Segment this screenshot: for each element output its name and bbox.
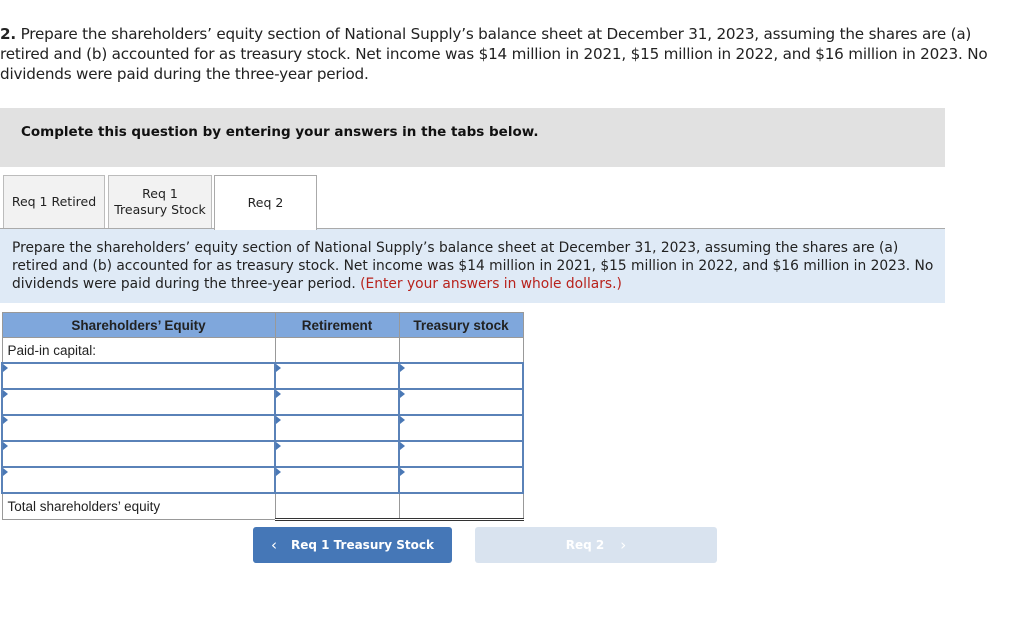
treasury-cell[interactable] <box>398 388 524 416</box>
retirement-input[interactable] <box>276 469 398 491</box>
treasury-input[interactable] <box>400 469 522 491</box>
prev-button-label: Req 1 Treasury Stock <box>290 538 434 552</box>
account-input[interactable] <box>3 391 274 413</box>
treasury-cell[interactable] <box>398 440 524 468</box>
paid-in-capital-label: Paid-in capital: <box>1 337 276 364</box>
retirement-cell[interactable] <box>274 362 400 390</box>
treasury-cell[interactable] <box>398 466 524 494</box>
account-input[interactable] <box>3 417 274 439</box>
tab-req1-treasury-stock[interactable]: Req 1 Treasury Stock <box>108 175 212 228</box>
table-row <box>1 440 524 468</box>
equity-table: Shareholders’ Equity Retirement Treasury… <box>1 312 524 521</box>
treasury-input[interactable] <box>400 417 522 439</box>
account-select-cell[interactable] <box>1 388 276 416</box>
treasury-cell[interactable] <box>398 414 524 442</box>
retirement-cell[interactable] <box>274 388 400 416</box>
empty-cell <box>398 337 524 364</box>
account-input[interactable] <box>3 443 274 465</box>
question-text: 2. Prepare the shareholders’ equity sect… <box>0 24 1024 84</box>
total-label: Total shareholders’ equity <box>1 492 276 520</box>
treasury-input[interactable] <box>400 365 522 387</box>
total-treasury-cell <box>398 492 524 521</box>
account-select-cell[interactable] <box>1 362 276 390</box>
total-row: Total shareholders’ equity <box>1 492 524 521</box>
retirement-cell[interactable] <box>274 466 400 494</box>
question-body: Prepare the shareholders’ equity section… <box>0 25 988 83</box>
total-retirement-cell <box>274 492 400 521</box>
table-row <box>1 388 524 416</box>
prev-button[interactable]: ‹ Req 1 Treasury Stock <box>253 527 452 563</box>
chevron-left-icon: ‹ <box>270 536 277 554</box>
retirement-input[interactable] <box>276 365 398 387</box>
prompt-note: (Enter your answers in whole dollars.) <box>360 276 622 293</box>
account-input[interactable] <box>3 469 274 491</box>
account-select-cell[interactable] <box>1 466 276 494</box>
header-treasury-stock: Treasury stock <box>398 312 524 338</box>
retirement-cell[interactable] <box>274 414 400 442</box>
tab-req1-retired[interactable]: Req 1 Retired <box>3 175 105 228</box>
empty-cell <box>274 337 400 364</box>
tab-label: Req 2 <box>247 195 284 210</box>
account-select-cell[interactable] <box>1 414 276 442</box>
table-row <box>1 414 524 442</box>
retirement-input[interactable] <box>276 417 398 439</box>
question-number: 2. <box>0 25 16 43</box>
treasury-cell[interactable] <box>398 362 524 390</box>
section-row: Paid-in capital: <box>1 337 524 364</box>
requirement-prompt: Prepare the shareholders’ equity section… <box>0 229 945 303</box>
table-header-row: Shareholders’ Equity Retirement Treasury… <box>1 312 524 338</box>
treasury-input[interactable] <box>400 391 522 413</box>
retirement-input[interactable] <box>276 443 398 465</box>
retirement-input[interactable] <box>276 391 398 413</box>
retirement-cell[interactable] <box>274 440 400 468</box>
tab-label: Req 1 Retired <box>11 194 97 209</box>
instruction-text: Complete this question by entering your … <box>21 124 539 140</box>
prompt-text: Prepare the shareholders’ equity section… <box>12 240 934 293</box>
table-row <box>1 466 524 494</box>
next-button[interactable]: Req 2 › <box>475 527 717 563</box>
header-retirement: Retirement <box>274 312 400 338</box>
treasury-input[interactable] <box>400 443 522 465</box>
instruction-banner: Complete this question by entering your … <box>0 108 945 167</box>
account-input[interactable] <box>3 365 274 387</box>
tab-req2[interactable]: Req 2 <box>214 175 317 230</box>
account-select-cell[interactable] <box>1 440 276 468</box>
table-row <box>1 362 524 390</box>
next-button-label: Req 2 <box>565 538 605 552</box>
header-shareholders-equity: Shareholders’ Equity <box>1 312 276 338</box>
tab-label: Req 1 Treasury Stock <box>114 186 206 217</box>
chevron-right-icon: › <box>620 536 627 554</box>
